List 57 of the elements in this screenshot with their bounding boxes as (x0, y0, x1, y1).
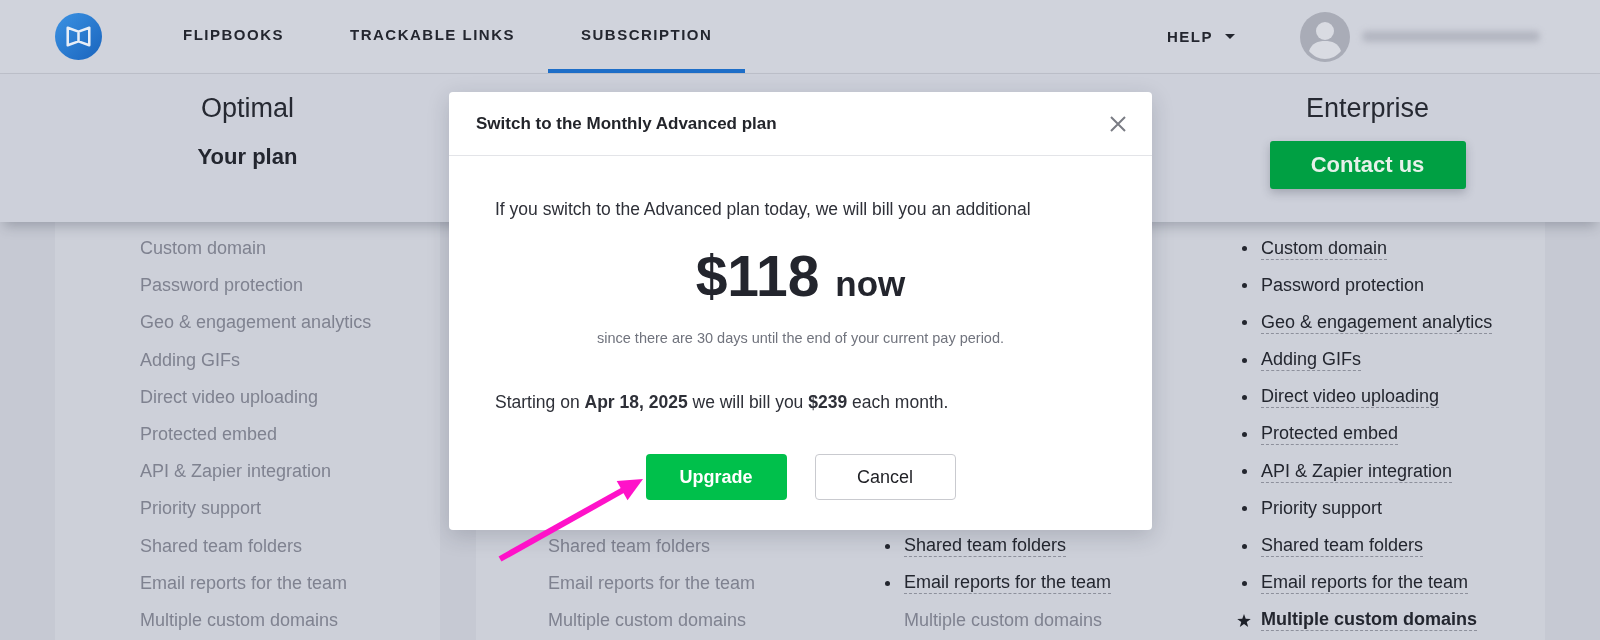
close-icon[interactable] (1110, 115, 1126, 132)
feature-label: Multiple custom domains (140, 609, 339, 631)
feature-label: Direct video uploading (1261, 386, 1440, 409)
feature-label: Priority support (140, 498, 262, 520)
logo-icon[interactable] (55, 13, 102, 60)
current-plan-label: Your plan (197, 144, 298, 170)
price-unit: now (835, 263, 906, 305)
bullet-icon (1241, 580, 1247, 586)
bullet-icon (1241, 431, 1247, 437)
feature-label: Email reports for the team (548, 572, 756, 594)
plan-name: Enterprise (1305, 92, 1430, 124)
feature-label: Password protection (1261, 275, 1425, 297)
feature-label: Email reports for the team (1261, 572, 1469, 595)
dialog-button[interactable]: Cancel (814, 454, 956, 500)
feature-label: Shared team folders (548, 535, 711, 557)
feature-label: Custom domain (140, 238, 267, 260)
feature-label: Email reports for the team (904, 572, 1112, 595)
feature-label: Multiple custom domains (904, 609, 1103, 631)
feature-label: Adding GIFs (1261, 349, 1362, 372)
bullet-icon (1241, 394, 1247, 400)
feature-label: Geo & engagement analytics (1261, 311, 1493, 334)
feature-label: Geo & engagement analytics (140, 312, 372, 334)
feature-label: Custom domain (1261, 237, 1388, 260)
plan-name: Optimal (201, 92, 294, 124)
feature-label: Direct video uploading (140, 386, 319, 408)
bullet-icon (1241, 543, 1247, 549)
dialog-title: Switch to the Monthly Advanced plan (476, 113, 777, 134)
feature-label: Email reports for the team (140, 572, 348, 594)
star-icon (1237, 613, 1251, 628)
bullet-icon (1241, 320, 1247, 326)
bullet-icon (1241, 469, 1247, 475)
price-amount: $118 (695, 243, 820, 309)
bullet-icon (884, 580, 890, 586)
feature-label: API & Zapier integration (1261, 460, 1453, 483)
dialog-intro-text: If you switch to the Advanced plan today, we will bill you an additional (495, 198, 1032, 221)
feature-label: Password protection (140, 275, 304, 297)
feature-label: Protected embed (140, 423, 278, 445)
feature-label: Shared team folders (904, 535, 1067, 558)
billing-note: since there are 30 days until the end of your current pay period. (595, 329, 1006, 348)
nav-tab[interactable]: TRACKABLE LINKS (317, 0, 548, 73)
feature-label: Multiple custom domains (1261, 609, 1478, 632)
billing-schedule-text: Starting on Apr 18, 2025 we will bill you $239 each month. (495, 391, 950, 414)
feature-label: API & Zapier integration (140, 461, 332, 483)
feature-label: Multiple custom domains (548, 609, 747, 631)
feature-label: Shared team folders (140, 535, 303, 557)
feature-label: Protected embed (1261, 423, 1399, 446)
bullet-icon (884, 543, 890, 549)
bullet-icon (1241, 357, 1247, 363)
bullet-icon (1241, 246, 1247, 252)
nav-tab[interactable]: FLIPBOOKS (150, 0, 317, 73)
bullet-icon (1241, 283, 1247, 289)
feature-label: Shared team folders (1261, 535, 1424, 558)
feature-label: Adding GIFs (140, 349, 241, 371)
bullet-icon (1241, 506, 1247, 512)
help-menu[interactable]: HELP (1167, 28, 1235, 45)
feature-label: Priority support (1261, 498, 1383, 520)
caret-icon (1225, 34, 1235, 39)
